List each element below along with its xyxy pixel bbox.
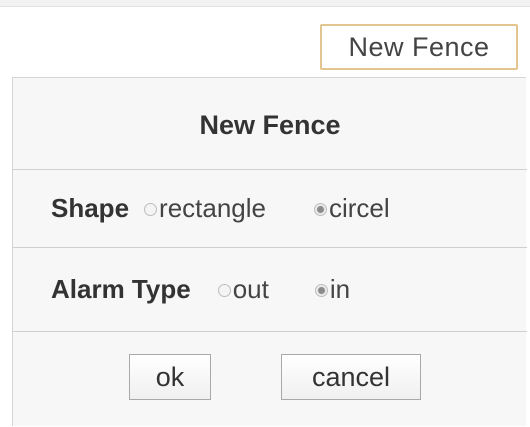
new-fence-dialog: New Fence Shape rectangle circel Alarm T… — [12, 77, 527, 427]
ok-button[interactable]: ok — [129, 354, 211, 400]
alarm-type-label: Alarm Type — [51, 274, 191, 304]
alarm-option-out[interactable]: out — [217, 274, 269, 305]
cancel-button[interactable]: cancel — [281, 354, 421, 400]
dialog-header: New Fence — [13, 78, 527, 170]
shape-label: Shape — [51, 193, 130, 223]
alarm-option-in-label: in — [329, 274, 351, 304]
radio-rectangle[interactable] — [144, 203, 158, 216]
top-toolbar-strip — [0, 0, 530, 7]
shape-row: Shape rectangle circel — [13, 170, 527, 248]
radio-in[interactable] — [314, 284, 328, 297]
dialog-title: New Fence — [199, 110, 341, 140]
shape-option-rectangle-label: rectangle — [159, 193, 266, 223]
alarm-option-out-label: out — [232, 274, 269, 304]
shape-option-circel-label: circel — [329, 193, 390, 223]
alarm-type-row: Alarm Type out in — [13, 248, 527, 332]
radio-out[interactable] — [217, 284, 231, 297]
dialog-actions: ok cancel — [13, 332, 527, 427]
shape-option-circel[interactable]: circel — [314, 193, 390, 224]
alarm-option-in[interactable]: in — [314, 274, 351, 305]
new-fence-tab-button[interactable]: New Fence — [320, 24, 518, 70]
shape-option-rectangle[interactable]: rectangle — [144, 193, 266, 224]
radio-circel[interactable] — [314, 203, 327, 216]
